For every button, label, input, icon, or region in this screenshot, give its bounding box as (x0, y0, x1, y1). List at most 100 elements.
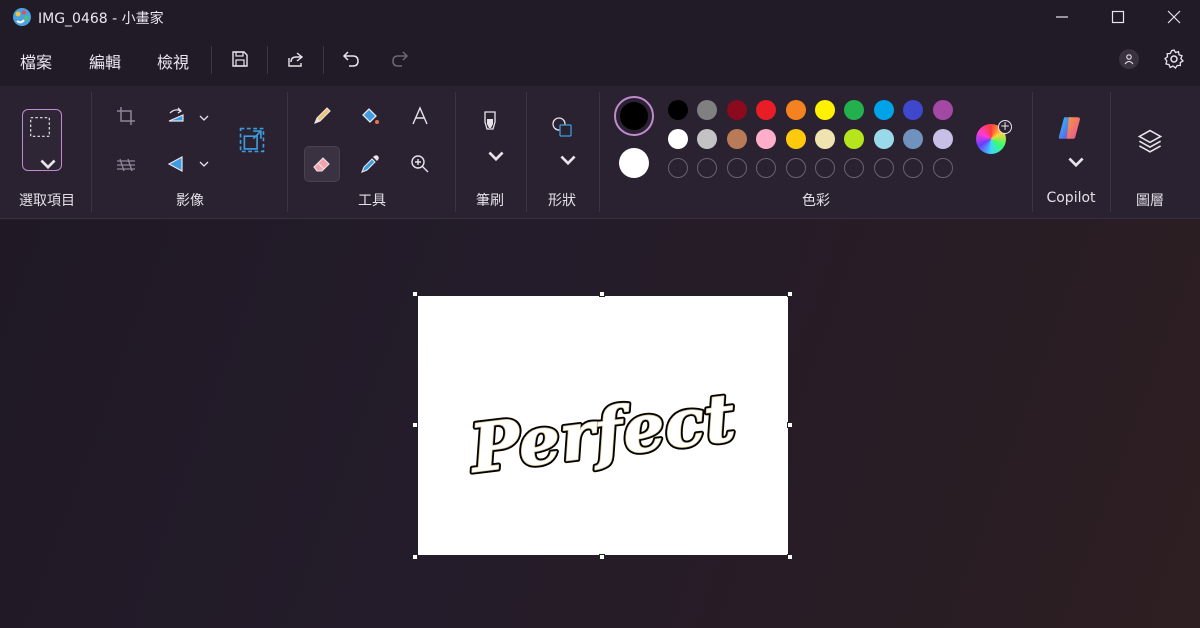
save-icon (232, 51, 248, 67)
custom-color-slot[interactable] (785, 158, 806, 178)
color-picker-button[interactable] (352, 146, 388, 182)
save-button[interactable] (228, 47, 252, 71)
color-swatch[interactable] (873, 100, 894, 120)
chevron-down-icon[interactable] (198, 158, 210, 170)
brushes-button[interactable] (472, 108, 508, 162)
primary-color-swatch (620, 102, 648, 130)
maximize-icon (1111, 10, 1125, 24)
drawing-canvas[interactable]: Perfect Perfect (418, 296, 788, 555)
custom-color-slot[interactable] (726, 158, 747, 178)
custom-color-slot[interactable] (697, 158, 718, 178)
custom-color-slot[interactable] (873, 158, 894, 178)
brush-icon (484, 111, 496, 130)
resize-handle-top-left[interactable] (412, 291, 418, 297)
color-swatch[interactable] (785, 129, 806, 149)
share-button[interactable] (284, 47, 308, 71)
color-swatch[interactable] (844, 100, 865, 120)
crop-button[interactable] (108, 98, 144, 134)
edit-colors-button[interactable]: + (976, 120, 1012, 154)
color-swatch[interactable] (873, 129, 894, 149)
layers-icon (1137, 129, 1163, 153)
primary-color-selector[interactable] (614, 96, 654, 136)
redo-button[interactable] (388, 47, 412, 71)
settings-button[interactable] (1162, 47, 1186, 71)
minimize-icon (1056, 16, 1068, 18)
color-swatch[interactable] (815, 100, 835, 120)
ribbon-separator (91, 92, 92, 212)
account-button[interactable] (1119, 49, 1139, 69)
resize-button[interactable] (234, 122, 270, 158)
resize-handle-bottom[interactable] (599, 554, 605, 560)
secondary-color-selector[interactable] (619, 148, 649, 178)
group-label-selection: 選取項目 (19, 193, 75, 209)
rotate-icon (168, 107, 184, 122)
color-swatch[interactable] (756, 100, 777, 120)
color-swatch[interactable] (903, 129, 924, 149)
menu-edit[interactable]: 編輯 (89, 49, 121, 73)
eraser-button[interactable] (304, 146, 340, 182)
maximize-button[interactable] (1090, 0, 1146, 34)
group-label-image: 影像 (176, 193, 204, 209)
custom-color-slot[interactable] (903, 158, 924, 178)
menu-file[interactable]: 檔案 (20, 49, 52, 73)
gear-icon (1164, 49, 1185, 69)
rotate-button[interactable] (158, 98, 194, 134)
resize-handle-top-right[interactable] (787, 291, 793, 297)
resize-handle-top[interactable] (599, 291, 605, 297)
menu-view[interactable]: 檢視 (157, 49, 189, 73)
resize-handle-left[interactable] (412, 422, 418, 428)
layers-button[interactable] (1132, 122, 1168, 158)
color-swatch[interactable] (726, 100, 747, 120)
ribbon-separator (599, 92, 600, 212)
text-button[interactable] (402, 98, 438, 134)
resize-handle-bottom-left[interactable] (412, 554, 418, 560)
ribbon-separator (287, 92, 288, 212)
close-icon (1167, 10, 1181, 24)
color-swatch[interactable] (697, 129, 718, 149)
color-swatch[interactable] (726, 129, 747, 149)
group-label-layers: 圖層 (1136, 193, 1164, 209)
resize-handle-bottom-right[interactable] (787, 554, 793, 560)
color-swatch[interactable] (844, 129, 865, 149)
redo-icon (392, 51, 409, 67)
color-swatch[interactable] (932, 100, 953, 120)
custom-color-slot[interactable] (844, 158, 865, 178)
plus-icon: + (998, 119, 1012, 134)
minimize-button[interactable] (1034, 0, 1090, 34)
close-button[interactable] (1146, 0, 1200, 34)
color-swatch[interactable] (756, 129, 777, 149)
color-swatch[interactable] (668, 129, 688, 149)
resize-handle-right[interactable] (787, 422, 793, 428)
custom-color-slot[interactable] (932, 158, 953, 178)
color-swatch[interactable] (815, 129, 835, 149)
custom-color-slot[interactable] (815, 158, 835, 178)
chevron-down-icon (560, 155, 576, 166)
color-swatch[interactable] (697, 100, 718, 120)
title-bar: IMG_0468 - 小畫家 (0, 0, 1200, 34)
flip-button[interactable] (158, 146, 194, 182)
chevron-down-icon (40, 159, 56, 170)
copilot-button[interactable] (1052, 114, 1088, 168)
color-swatch[interactable] (668, 100, 688, 120)
ribbon-separator (1110, 92, 1111, 212)
color-swatch[interactable] (785, 100, 806, 120)
custom-color-slot[interactable] (756, 158, 777, 178)
pencil-button[interactable] (304, 98, 340, 134)
chevron-down-icon[interactable] (198, 112, 210, 124)
resize-icon (239, 127, 265, 153)
rectangle-select-icon (30, 117, 50, 137)
custom-color-slot[interactable] (668, 158, 688, 178)
fill-button[interactable] (352, 98, 388, 134)
background-remove-button[interactable] (108, 146, 144, 182)
color-swatch[interactable] (932, 129, 953, 149)
menu-separator (211, 46, 212, 74)
shapes-button[interactable] (544, 114, 580, 166)
window-title: IMG_0468 - 小畫家 (38, 11, 164, 27)
ribbon-separator (1032, 92, 1033, 212)
undo-button[interactable] (339, 47, 363, 71)
magnifier-button[interactable] (402, 146, 438, 182)
selection-tool-button[interactable] (22, 109, 62, 171)
shapes-icon (552, 117, 572, 137)
background-remove-icon (117, 158, 135, 172)
color-swatch[interactable] (903, 100, 924, 120)
